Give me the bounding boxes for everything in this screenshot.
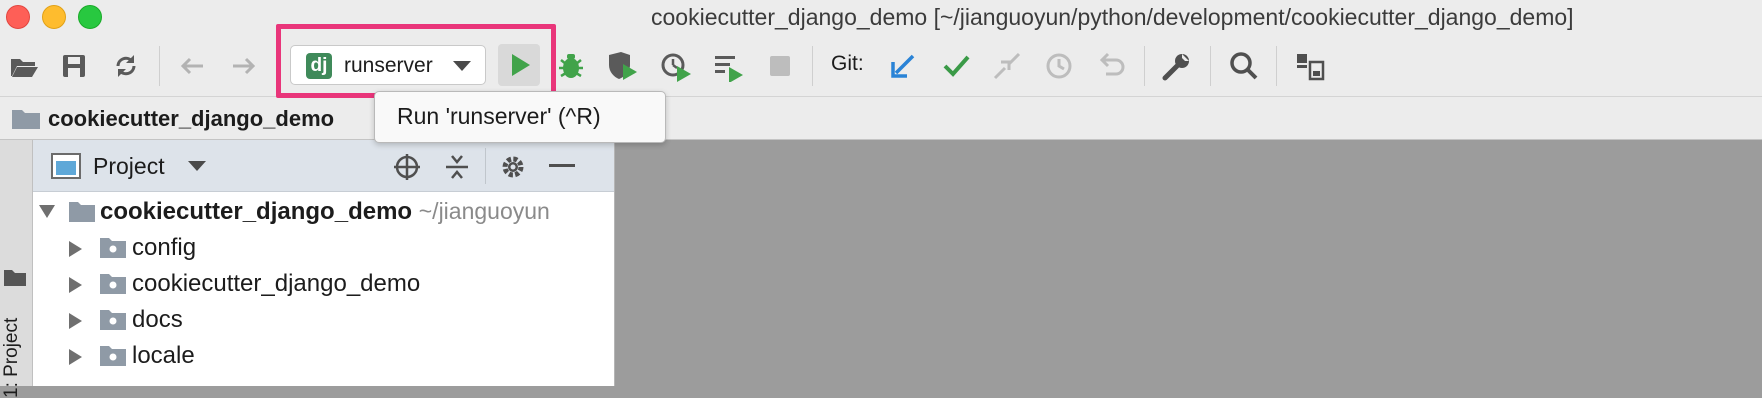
root-path: ~/jianguoyun	[418, 198, 550, 224]
toolbar-separator	[159, 46, 160, 86]
forward-arrow-icon[interactable]	[228, 50, 260, 82]
expanded-arrow-icon[interactable]	[39, 205, 55, 219]
root-name: cookiecutter_django_demo	[100, 198, 413, 225]
stop-icon[interactable]	[764, 50, 796, 82]
chevron-down-icon[interactable]	[188, 161, 206, 172]
sync-icon[interactable]	[110, 50, 142, 82]
collapsed-arrow-icon[interactable]	[69, 241, 83, 257]
module-folder-icon	[100, 346, 126, 366]
tree-item-label: cookiecutter_django_demo	[132, 270, 421, 297]
git-commit-icon[interactable]	[940, 50, 972, 82]
window-title: cookiecutter_django_demo [~/jianguoyun/p…	[651, 4, 1574, 30]
tree-root-label: cookiecutter_django_demo ~/jianguoyun	[100, 198, 550, 226]
tree-item-config[interactable]: config	[33, 230, 614, 268]
debug-icon[interactable]	[555, 50, 587, 82]
highlight-box	[276, 24, 556, 98]
tree-item-label: locale	[132, 342, 195, 369]
search-icon[interactable]	[1228, 50, 1260, 82]
navigation-bar: cookiecutter_django_demo	[0, 96, 1762, 140]
toolbar-separator	[812, 46, 813, 86]
main-toolbar: dj runserver Git:	[0, 34, 1762, 96]
module-folder-icon	[100, 238, 126, 258]
history-icon[interactable]	[1043, 50, 1075, 82]
minimize-panel-icon[interactable]	[549, 164, 575, 168]
title-bar: cookiecutter_django_demo [~/jianguoyun/p…	[0, 0, 1762, 34]
git-update-icon[interactable]	[887, 50, 919, 82]
collapsed-arrow-icon[interactable]	[69, 349, 83, 365]
back-arrow-icon[interactable]	[176, 50, 208, 82]
project-panel: Project cookiecutter_django_demo ~/jiang…	[33, 140, 615, 386]
collapsed-arrow-icon[interactable]	[69, 277, 83, 293]
tree-item-label: docs	[132, 306, 183, 333]
module-folder-icon	[100, 274, 126, 294]
breadcrumb[interactable]: cookiecutter_django_demo	[48, 106, 334, 132]
header-separator	[485, 148, 486, 184]
tooltip-text: Run 'runserver' (^R)	[397, 103, 601, 129]
profile-icon[interactable]	[660, 50, 692, 82]
git-pull-icon[interactable]	[991, 50, 1023, 82]
tree-root-row[interactable]: cookiecutter_django_demo ~/jianguoyun	[33, 194, 614, 232]
module-folder-icon	[100, 310, 126, 330]
tree-item-docs[interactable]: docs	[33, 302, 614, 340]
zoom-window-button[interactable]	[78, 5, 102, 29]
gear-icon[interactable]	[498, 152, 528, 182]
tree-item-locale[interactable]: locale	[33, 338, 614, 376]
tree-item-cookiecutter-django-demo[interactable]: cookiecutter_django_demo	[33, 266, 614, 304]
git-label: Git:	[831, 52, 864, 75]
concurrency-icon[interactable]	[712, 50, 744, 82]
toolbar-separator	[1144, 46, 1145, 86]
open-folder-icon[interactable]	[8, 50, 40, 82]
wrench-icon[interactable]	[1161, 50, 1193, 82]
project-view-selector[interactable]: Project	[93, 153, 165, 180]
collapse-all-icon[interactable]	[443, 153, 471, 181]
project-structure-icon[interactable]	[1293, 50, 1325, 82]
project-panel-header: Project	[33, 140, 614, 192]
folder-icon	[69, 202, 95, 222]
locate-icon[interactable]	[393, 153, 421, 181]
close-window-button[interactable]	[6, 5, 30, 29]
editor-area[interactable]	[615, 140, 1762, 386]
collapsed-arrow-icon[interactable]	[69, 313, 83, 329]
tree-item-label: config	[132, 234, 197, 261]
tool-window-strip: 1: Project	[0, 140, 33, 398]
minimize-window-button[interactable]	[42, 5, 66, 29]
toolbar-separator	[1210, 46, 1211, 86]
run-tooltip: Run 'runserver' (^R)	[374, 91, 666, 143]
folder-icon	[4, 270, 26, 286]
save-icon[interactable]	[58, 50, 90, 82]
toolbar-separator	[1276, 46, 1277, 86]
project-view-icon	[51, 153, 81, 179]
revert-icon[interactable]	[1096, 50, 1128, 82]
folder-icon	[12, 110, 40, 129]
coverage-icon[interactable]	[606, 50, 638, 82]
